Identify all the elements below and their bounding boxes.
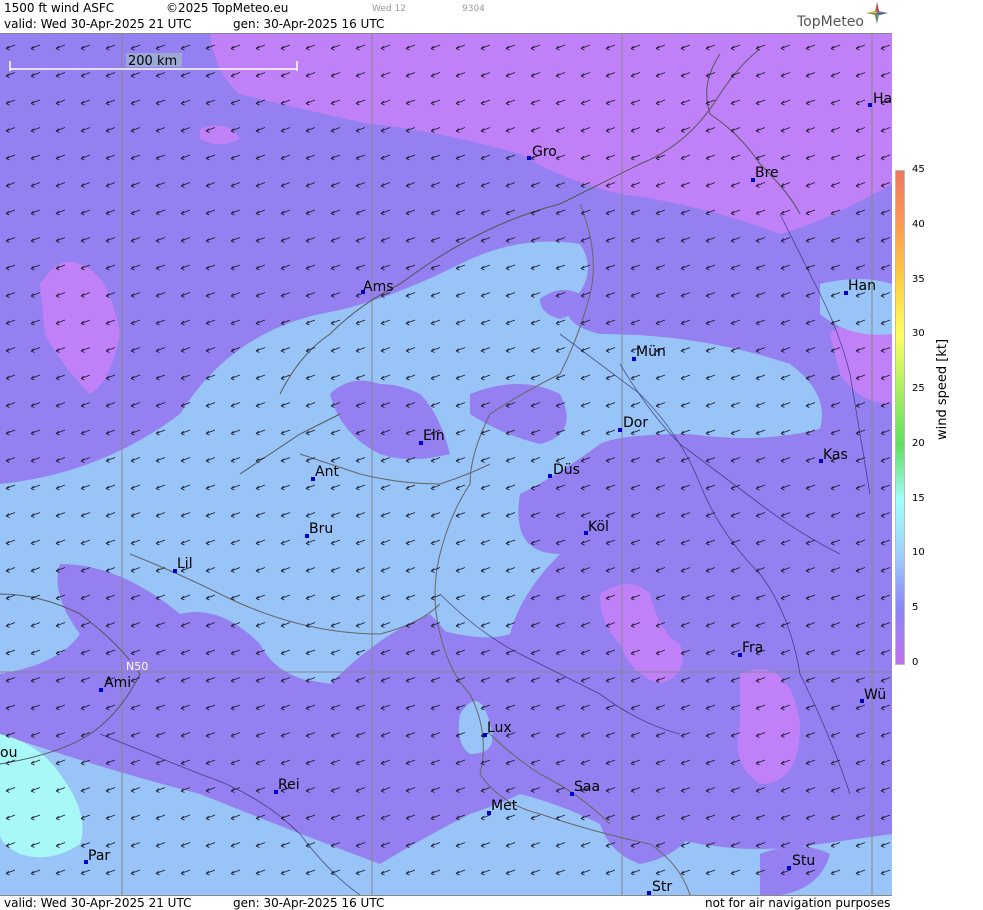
city-lux: Lux	[483, 720, 512, 737]
legend-tick-label: 10	[912, 547, 925, 559]
svg-text:Str: Str	[652, 879, 672, 895]
svg-text:ou: ou	[0, 745, 17, 761]
scale-label: 200 km	[128, 54, 177, 69]
svg-text:Han: Han	[848, 278, 876, 294]
svg-text:Ant: Ant	[315, 464, 339, 480]
copyright: ©2025 TopMeteo.eu	[166, 1, 289, 15]
city-han: Han	[844, 278, 876, 295]
svg-text:Ams: Ams	[363, 279, 394, 295]
svg-text:Ein: Ein	[423, 428, 445, 444]
color-legend	[893, 0, 983, 909]
disclaimer: not for air navigation purposes	[705, 896, 891, 910]
svg-text:Gro: Gro	[532, 144, 557, 160]
city-gro: Gro	[527, 144, 557, 160]
legend-unit-label: wind speed [kt]	[935, 338, 950, 440]
topmeteo-logo[interactable]: TopMeteo	[797, 14, 864, 30]
legend-tick-label: 40	[912, 218, 925, 230]
legend-tick-label: 20	[912, 437, 925, 449]
logo-text: TopMeteo	[797, 14, 864, 30]
svg-text:Rei: Rei	[278, 777, 300, 793]
city-bru: Bru	[305, 521, 333, 538]
svg-text:Lux: Lux	[487, 720, 512, 736]
generated-time: gen: 30-Apr-2025 16 UTC	[233, 17, 385, 31]
city-bre: Bre	[751, 165, 779, 182]
legend-tick-label: 35	[912, 273, 925, 285]
svg-text:Wü: Wü	[864, 687, 886, 703]
svg-text:Ami: Ami	[104, 675, 131, 691]
header-small-b: 9304	[462, 4, 485, 14]
city-rei: Rei	[274, 777, 300, 794]
legend-tick-label: 15	[912, 492, 925, 504]
city-ami: Ami	[99, 675, 131, 692]
svg-text:Mün: Mün	[636, 344, 666, 360]
svg-text:Par: Par	[88, 848, 110, 864]
legend-tick-label: 0	[912, 657, 919, 668]
city-par: Par	[84, 848, 110, 864]
city-wu: Wü	[860, 687, 886, 703]
svg-text:Köl: Köl	[588, 519, 609, 535]
svg-text:Kas: Kas	[823, 447, 848, 463]
header-small-a: Wed 12	[372, 4, 406, 14]
svg-text:Düs: Düs	[553, 462, 580, 478]
legend-color-bar	[895, 170, 905, 665]
city-stu: Stu	[787, 853, 815, 870]
svg-text:Saa: Saa	[574, 779, 600, 795]
valid-time: valid: Wed 30-Apr-2025 21 UTC	[4, 17, 192, 31]
city-mun: Mün	[632, 344, 666, 361]
legend-tick-label: 30	[912, 328, 925, 340]
city-saa: Saa	[570, 779, 600, 796]
footer-valid: valid: Wed 30-Apr-2025 21 UTC	[4, 896, 192, 910]
svg-text:N50: N50	[126, 660, 148, 673]
city-ou: ou	[0, 745, 17, 761]
svg-text:Ha: Ha	[873, 91, 892, 107]
svg-text:Bru: Bru	[309, 521, 333, 537]
wind-map[interactable]: 200 km N50 Ha Gro Bre Ams Han Mün Ein Do…	[0, 34, 892, 895]
product-title: 1500 ft wind ASFC	[4, 1, 115, 15]
svg-text:Dor: Dor	[623, 415, 648, 431]
city-ein: Ein	[419, 428, 445, 445]
lat-label: N50	[124, 660, 152, 673]
city-kas: Kas	[819, 447, 848, 463]
svg-text:Bre: Bre	[755, 165, 779, 181]
header-bar: 1500 ft wind ASFC ©2025 TopMeteo.eu Wed …	[0, 0, 892, 34]
svg-text:Lil: Lil	[177, 556, 193, 572]
compass-icon	[866, 2, 888, 24]
city-ams: Ams	[361, 279, 394, 295]
svg-text:Stu: Stu	[792, 853, 815, 869]
svg-text:Met: Met	[491, 798, 518, 814]
city-fra: Fra	[738, 640, 763, 657]
footer-generated: gen: 30-Apr-2025 16 UTC	[233, 896, 385, 910]
city-met: Met	[487, 798, 518, 815]
legend-tick-label: 5	[912, 602, 919, 614]
legend-tick-label: 45	[912, 164, 925, 175]
svg-text:Fra: Fra	[742, 640, 763, 656]
footer-bar: valid: Wed 30-Apr-2025 21 UTC gen: 30-Ap…	[0, 895, 892, 910]
city-ant: Ant	[311, 464, 339, 481]
city-kol: Köl	[584, 519, 609, 535]
city-dor: Dor	[618, 415, 648, 432]
city-dus: Düs	[548, 462, 580, 478]
legend-tick-label: 25	[912, 383, 925, 395]
